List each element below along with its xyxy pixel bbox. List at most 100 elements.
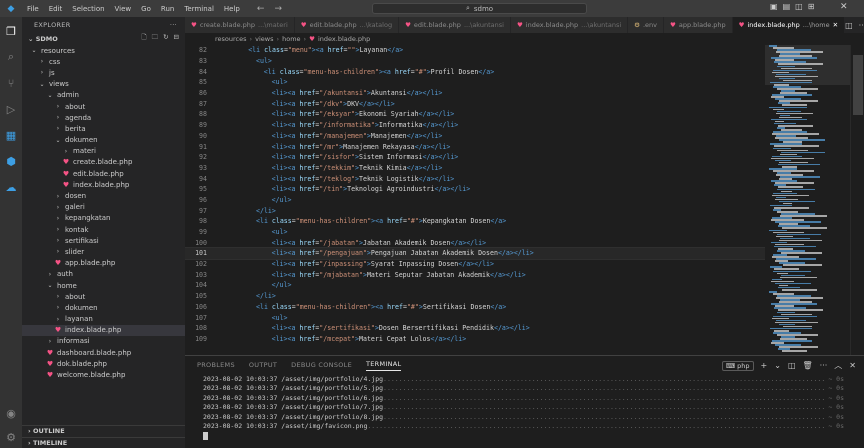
breadcrumb-item[interactable]: resources: [215, 35, 247, 43]
panel-tab-terminal[interactable]: TERMINAL: [366, 360, 402, 371]
breadcrumb-item[interactable]: index.blade.php: [318, 35, 370, 43]
source-control-icon[interactable]: ⑂: [3, 75, 19, 91]
file-item[interactable]: ♥ welcome.blade.php: [22, 369, 185, 380]
new-folder-icon[interactable]: 🗀: [152, 33, 159, 44]
terminal-shell-selector[interactable]: ⌨ php: [721, 360, 754, 371]
folder-item[interactable]: ⌄ admin: [22, 90, 185, 101]
split-editor-icon[interactable]: ◫: [845, 21, 853, 30]
file-item[interactable]: ♥ app.blade.php: [22, 258, 185, 269]
code-line[interactable]: 98 <li class="menu-has-children"><a href=…: [185, 216, 765, 227]
folder-item[interactable]: › layanan: [22, 314, 185, 325]
folder-item[interactable]: › js: [22, 67, 185, 78]
folder-item[interactable]: › auth: [22, 269, 185, 280]
editor-tab[interactable]: ♥ edit.blade.php ...\akuntansi: [399, 17, 511, 33]
refresh-icon[interactable]: ↻: [163, 33, 168, 44]
code-line[interactable]: 108 <li><a href="/sertifikasi">Dosen Bers…: [185, 323, 765, 334]
terminal-prompt-line[interactable]: [203, 431, 864, 441]
outline-section[interactable]: › OUTLINE: [22, 425, 185, 436]
code-line[interactable]: 106 <li class="menu-has-children"><a href…: [185, 302, 765, 313]
toggle-sidebar-icon[interactable]: ▣: [770, 2, 778, 11]
breadcrumb-item[interactable]: views: [255, 35, 273, 43]
code-line[interactable]: 89 <li><a href="/informatika">Informatika…: [185, 120, 765, 131]
editor-tab[interactable]: ♥ edit.blade.php ...\katalog: [294, 17, 400, 33]
workspace-root[interactable]: ⌄ SDMO 🗋 🗀 ↻ ⊟: [22, 33, 185, 44]
code-line[interactable]: 103 <li><a href="/mjabatan">Materi Seputa…: [185, 269, 765, 280]
close-panel-icon[interactable]: ✕: [849, 361, 856, 370]
breadcrumb-item[interactable]: home: [282, 35, 300, 43]
file-item[interactable]: ♥ edit.blade.php: [22, 168, 185, 179]
scrollbar-thumb[interactable]: [853, 55, 863, 115]
panel-tab-problems[interactable]: PROBLEMS: [197, 361, 235, 369]
window-close-icon[interactable]: ✕: [840, 2, 848, 12]
maximize-panel-icon[interactable]: ︿: [834, 360, 842, 371]
code-line[interactable]: 92 <li><a href="/sisfor">Sistem Informasi…: [185, 152, 765, 163]
file-item[interactable]: ♥ index.blade.php: [22, 179, 185, 190]
run-debug-icon[interactable]: ▷: [3, 101, 19, 117]
editor-tab[interactable]: ⚙ .env: [628, 17, 665, 33]
code-line[interactable]: 99 <ul>: [185, 227, 765, 238]
more-actions-icon[interactable]: ···: [170, 21, 177, 29]
folder-item[interactable]: › dosen: [22, 190, 185, 201]
search-icon[interactable]: ⌕: [3, 49, 19, 65]
file-item[interactable]: ♥ create.blade.php: [22, 157, 185, 168]
forward-arrow-icon[interactable]: →: [274, 4, 282, 14]
code-line[interactable]: 101 <li><a href="/pengajuan">Pengajuan Ja…: [185, 247, 765, 260]
menu-selection[interactable]: Selection: [67, 5, 109, 13]
code-line[interactable]: 109 <li><a href="/mcepat">Materi Cepat Lo…: [185, 334, 765, 345]
editor-tab[interactable]: ♥ index.blade.php ...\akuntansi: [510, 17, 629, 33]
toggle-secondary-sidebar-icon[interactable]: ◫: [795, 2, 803, 11]
code-line[interactable]: 84 <li class="menu-has-children"><a href=…: [185, 66, 765, 77]
file-item[interactable]: ♥ dashboard.blade.php: [22, 347, 185, 358]
close-icon[interactable]: ✕: [833, 21, 838, 29]
folder-item[interactable]: ⌄ home: [22, 280, 185, 291]
menu-help[interactable]: Help: [219, 5, 245, 13]
code-line[interactable]: 91 <li><a href="/mr">Manajemen Rekayasa</…: [185, 141, 765, 152]
folder-item[interactable]: › agenda: [22, 112, 185, 123]
code-line[interactable]: 94 <li><a href="/teklog">Teknik Logistik<…: [185, 173, 765, 184]
menu-terminal[interactable]: Terminal: [179, 5, 219, 13]
code-line[interactable]: 82 <li class="menu"><a href="">Layanan</a…: [185, 45, 765, 56]
editor-tab[interactable]: ♥ index.blade.php ...\home ✕: [732, 17, 846, 33]
folder-item[interactable]: › about: [22, 101, 185, 112]
folder-item[interactable]: › informasi: [22, 336, 185, 347]
more-actions-icon[interactable]: ···: [859, 21, 864, 30]
chevron-down-icon[interactable]: ⌄: [774, 361, 781, 370]
code-line[interactable]: 102 <li><a href="/inpassing">Syarat Inpas…: [185, 259, 765, 270]
folder-item[interactable]: ⌄ dokumen: [22, 135, 185, 146]
code-line[interactable]: 93 <li><a href="/tekkim">Teknik Kimia</a>…: [185, 163, 765, 174]
folder-item[interactable]: ⌄ views: [22, 79, 185, 90]
code-line[interactable]: 107 <ul>: [185, 312, 765, 323]
new-terminal-icon[interactable]: +: [761, 361, 768, 370]
testing-icon[interactable]: ⬢: [3, 153, 19, 169]
account-icon[interactable]: ◉: [3, 405, 19, 421]
timeline-section[interactable]: › TIMELINE: [22, 437, 185, 448]
extensions-icon[interactable]: ▦: [3, 127, 19, 143]
folder-item[interactable]: › slider: [22, 246, 185, 257]
menu-run[interactable]: Run: [156, 5, 179, 13]
folder-item[interactable]: › berita: [22, 123, 185, 134]
code-line[interactable]: 97 </li>: [185, 205, 765, 216]
folder-item[interactable]: › galeri: [22, 202, 185, 213]
folder-item[interactable]: › sertifikasi: [22, 235, 185, 246]
back-arrow-icon[interactable]: ←: [257, 4, 265, 14]
file-item[interactable]: ♥ dok.blade.php: [22, 358, 185, 369]
code-line[interactable]: 104 </ul>: [185, 280, 765, 291]
customize-layout-icon[interactable]: ⊞: [808, 2, 815, 11]
code-line[interactable]: 88 <li><a href="/eksyar">Ekonomi Syariah<…: [185, 109, 765, 120]
code-line[interactable]: 105 </li>: [185, 291, 765, 302]
menu-go[interactable]: Go: [136, 5, 156, 13]
menu-edit[interactable]: Edit: [44, 5, 68, 13]
editor-tab[interactable]: ♥ create.blade.php ...\materi: [185, 17, 295, 33]
folder-item[interactable]: ⌄ resources: [22, 45, 185, 56]
editor-scrollbar[interactable]: [850, 45, 864, 355]
split-terminal-icon[interactable]: ◫: [788, 361, 796, 370]
code-line[interactable]: 96 </ul>: [185, 195, 765, 206]
explorer-icon[interactable]: ❐: [3, 23, 19, 39]
command-center-search[interactable]: ⌕ sdmo: [372, 3, 587, 14]
code-line[interactable]: 95 <li><a href="/tin">Teknologi Agroindus…: [185, 184, 765, 195]
docker-icon[interactable]: ☁: [3, 179, 19, 195]
toggle-panel-icon[interactable]: ▤: [783, 2, 791, 11]
new-file-icon[interactable]: 🗋: [141, 33, 146, 44]
more-actions-icon[interactable]: ···: [820, 361, 828, 370]
code-line[interactable]: 83 <ul>: [185, 56, 765, 67]
